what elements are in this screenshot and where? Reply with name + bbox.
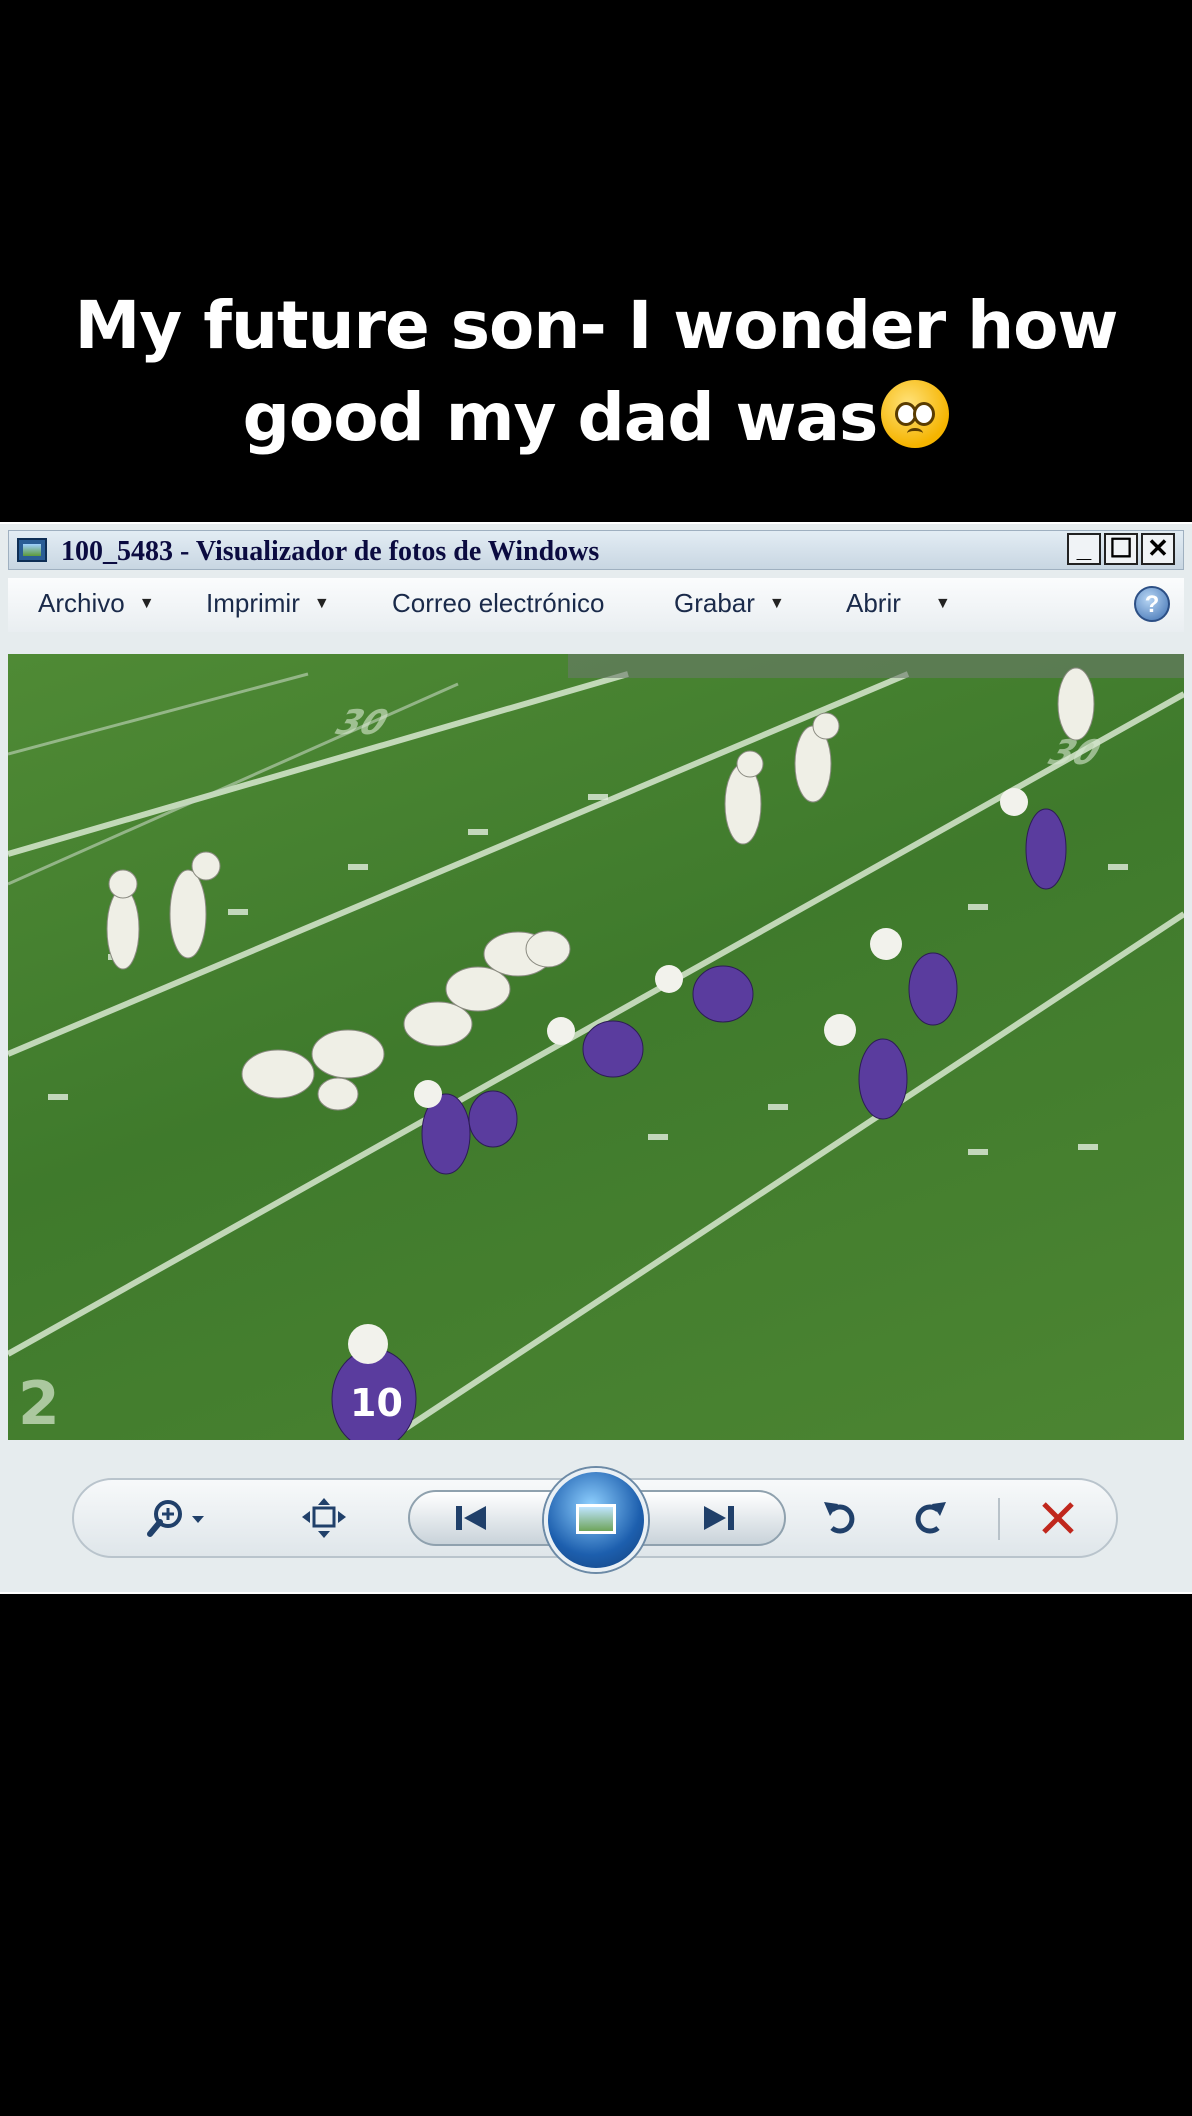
chevron-down-icon: ▼ <box>934 595 951 612</box>
help-icon[interactable]: ? <box>1134 586 1170 622</box>
svg-text:30: 30 <box>327 703 397 743</box>
delete-icon <box>1042 1502 1074 1534</box>
menu-correo-electronico[interactable]: Correo electrónico <box>392 588 604 619</box>
football-field-image: 30 30 2 10 <box>8 654 1184 1440</box>
chevron-down-icon: ▼ <box>313 595 330 612</box>
menu-archivo[interactable]: Archivo ▼ <box>38 588 155 619</box>
minimize-button[interactable]: _ <box>1067 533 1101 565</box>
caption-line-2: good my dad was <box>0 372 1192 464</box>
svg-text:2: 2 <box>18 1369 60 1439</box>
actual-size-button[interactable] <box>300 1496 348 1540</box>
next-icon <box>704 1506 734 1530</box>
slideshow-button[interactable] <box>544 1468 648 1572</box>
pleading-face-emoji-icon <box>881 380 950 448</box>
menu-abrir[interactable]: Abrir ▼ <box>846 588 951 619</box>
previous-button[interactable] <box>450 1496 494 1540</box>
zoom-icon <box>147 1500 204 1537</box>
photo-viewer-app-icon <box>17 538 47 562</box>
maximize-button[interactable]: ☐ <box>1104 533 1138 565</box>
previous-icon <box>456 1506 486 1530</box>
photo-viewer-window: 100_5483 - Visualizador de fotos de Wind… <box>0 522 1192 1594</box>
viewer-toolbar <box>72 1468 1118 1572</box>
rotate-right-button[interactable] <box>906 1496 950 1540</box>
menu-grabar[interactable]: Grabar ▼ <box>674 588 785 619</box>
fit-window-icon <box>302 1498 346 1538</box>
rotate-left-button[interactable] <box>820 1496 864 1540</box>
rotate-right-icon <box>915 1502 946 1534</box>
zoom-button[interactable] <box>146 1496 210 1540</box>
rotate-left-icon <box>824 1502 855 1534</box>
title-bar[interactable]: 100_5483 - Visualizador de fotos de Wind… <box>8 530 1184 570</box>
chevron-down-icon: ▼ <box>768 595 785 612</box>
close-button[interactable]: ✕ <box>1141 533 1175 565</box>
delete-button[interactable] <box>1036 1496 1080 1540</box>
next-button[interactable] <box>696 1496 740 1540</box>
menu-imprimir[interactable]: Imprimir ▼ <box>206 588 330 619</box>
chevron-down-icon: ▼ <box>138 595 155 612</box>
menu-bar: Archivo ▼ Imprimir ▼ Correo electrónico Gr… <box>8 578 1184 632</box>
video-caption: My future son- I wonder how good my dad … <box>0 280 1192 464</box>
window-controls: _ ☐ ✕ <box>1067 533 1175 565</box>
jersey-number: 10 <box>350 1381 403 1425</box>
toolbar-divider <box>998 1498 1000 1540</box>
football-photo: 30 30 2 10 <box>8 654 1184 1440</box>
window-title: 100_5483 - Visualizador de fotos de Wind… <box>61 536 600 567</box>
caption-line-1: My future son- I wonder how <box>74 287 1119 364</box>
